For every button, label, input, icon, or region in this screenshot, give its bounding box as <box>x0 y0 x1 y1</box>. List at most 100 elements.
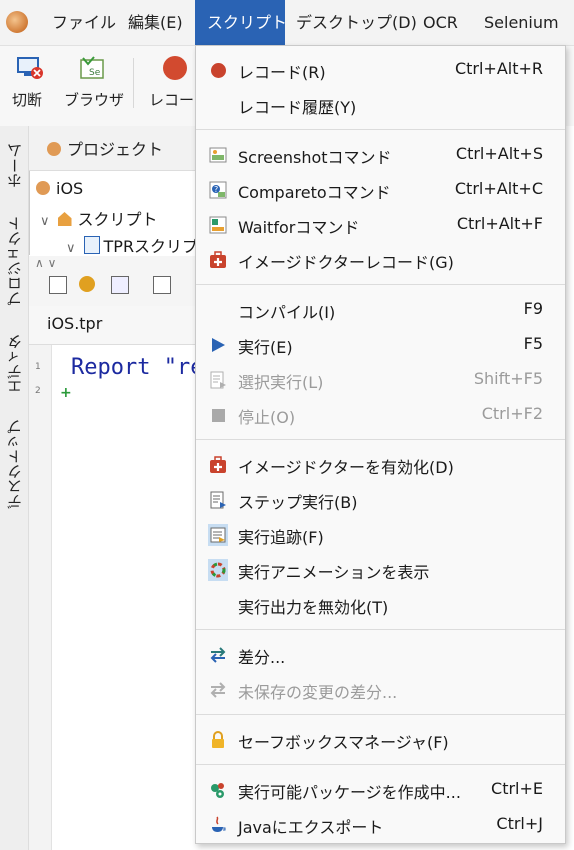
menu-item[interactable]: 実行出力を無効化(T) <box>196 587 565 622</box>
disconnect-button[interactable]: 切断 <box>8 46 52 126</box>
editor-file-tab[interactable]: iOS.tpr <box>29 306 199 345</box>
menu-item-label: 未保存の変更の差分... <box>238 683 398 702</box>
menu-script[interactable]: スクリプト <box>195 0 287 45</box>
package-icon <box>208 780 228 800</box>
play-icon <box>208 335 228 355</box>
disconnect-label: 切断 <box>12 91 43 109</box>
menu-item-label: イメージドクターを有効化(D) <box>238 458 454 477</box>
menu-item: 停止(O) Ctrl+F2 <box>196 397 565 432</box>
side-tab-desktop-label: デスクトップ <box>5 418 24 509</box>
menu-item-shortcut: F9 <box>523 299 543 318</box>
menu-item-label: レコード履歴(Y) <box>238 98 357 117</box>
editor-toolbar: ∧ ∨ <box>29 256 199 306</box>
line-number-gutter: 1 2 <box>29 345 52 850</box>
editor-file-tab-label: iOS.tpr <box>47 314 103 333</box>
menu-item[interactable]: レコード履歴(Y) <box>196 87 565 122</box>
lock-icon <box>208 730 228 750</box>
script-menu-dropdown: レコード(R) Ctrl+Alt+R レコード履歴(Y) Screenshotコマンド… <box>195 45 566 844</box>
side-tab-editor-label: エディタ <box>5 333 24 394</box>
menu-item-label: ステップ実行(B) <box>238 493 358 512</box>
menu-item-label: 実行アニメーションを表示 <box>238 563 430 582</box>
tree-item-scripts-label: スクリプト <box>77 210 158 229</box>
menu-item[interactable]: レコード(R) Ctrl+Alt+R <box>196 52 565 87</box>
side-tab-home[interactable]: ホーム <box>0 126 28 204</box>
open-file-icon[interactable] <box>111 276 129 294</box>
menu-item-shortcut: Ctrl+Alt+C <box>454 179 543 198</box>
menu-item[interactable]: セーフボックスマネージャ(F) <box>196 722 565 757</box>
tpr-file-icon <box>83 236 100 254</box>
menu-item[interactable]: コンパイル(I) F9 <box>196 292 565 327</box>
menu-item[interactable]: 実行アニメーションを表示 <box>196 552 565 587</box>
stop-icon <box>208 405 228 425</box>
menu-separator <box>196 714 565 715</box>
menu-bar: ファイル 編集(E) スクリプト デスクトップ(D) OCR Selenium <box>0 0 574 46</box>
menu-item-shortcut: Shift+F5 <box>473 369 543 388</box>
menu-ocr[interactable]: OCR <box>413 0 468 45</box>
side-tab-project-label: プロジェクト <box>5 216 24 306</box>
side-tab-project[interactable]: プロジェクト <box>0 206 28 316</box>
side-tab-bar: ホーム プロジェクト エディタ デスクトップ <box>0 126 29 850</box>
chevron-down-icon: ∨ <box>40 214 50 229</box>
menu-item[interactable]: ステップ実行(B) <box>196 482 565 517</box>
new-file-icon[interactable] <box>49 276 67 294</box>
menu-item-label: コンパイル(I) <box>238 303 336 322</box>
menu-item-shortcut: Ctrl+E <box>491 779 543 798</box>
menu-item[interactable]: イメージドクターレコード(G) <box>196 242 565 277</box>
menu-item-label: 選択実行(L) <box>238 373 324 392</box>
menu-item-label: 停止(O) <box>238 408 296 427</box>
tree-item-tpr-label: TPRスクリプ <box>103 237 199 256</box>
disconnect-icon <box>17 57 43 79</box>
code-editor[interactable]: 1 2 Report "re + <box>29 345 203 850</box>
menu-item-shortcut: Ctrl+F2 <box>481 404 543 423</box>
menu-item[interactable]: 実行可能パッケージを作成中... Ctrl+E <box>196 772 565 807</box>
menu-item[interactable]: 実行追跡(F) <box>196 517 565 552</box>
project-tree: iOS ∨ スクリプト ∨ TPRスクリプ <box>29 171 200 257</box>
menu-item: 選択実行(L) Shift+F5 <box>196 362 565 397</box>
menu-item[interactable]: Waitforコマンド Ctrl+Alt+F <box>196 207 565 242</box>
settings-icon[interactable] <box>79 276 95 292</box>
selenium-browser-icon: Se <box>80 56 104 79</box>
tree-item-scripts[interactable]: ∨ スクリプト <box>40 206 158 230</box>
toolbar-separator <box>133 58 134 108</box>
code-line[interactable]: Report "re <box>71 355 203 380</box>
collapse-icon[interactable]: ∧ ∨ <box>35 256 56 270</box>
project-panel-header: プロジェクト <box>29 126 199 171</box>
menu-item[interactable]: 差分... <box>196 637 565 672</box>
project-tab-label: プロジェクト <box>67 140 164 159</box>
record-icon[interactable] <box>163 56 187 80</box>
tree-item-ios[interactable]: iOS <box>36 179 83 198</box>
menu-item[interactable]: 実行(E) F5 <box>196 327 565 362</box>
menu-item[interactable]: イメージドクターを有効化(D) <box>196 447 565 482</box>
svg-text:Se: Se <box>89 68 101 78</box>
side-tab-editor[interactable]: エディタ <box>0 321 28 406</box>
menu-edit[interactable]: 編集(E) <box>118 0 193 45</box>
diff-unsaved-icon <box>208 680 228 700</box>
menu-item-label: 実行可能パッケージを作成中... <box>238 783 461 802</box>
menu-separator <box>196 129 565 130</box>
side-tab-home-label: ホーム <box>5 142 24 188</box>
line-number: 2 <box>35 386 41 396</box>
menu-item[interactable]: Javaにエクスポート Ctrl+J <box>196 807 565 842</box>
ios-icon <box>36 181 50 195</box>
browser-button[interactable]: Se ブラウザ <box>60 46 124 126</box>
trace-icon <box>208 524 228 546</box>
menu-selenium[interactable]: Selenium <box>474 0 569 45</box>
menu-desktop[interactable]: デスクトップ(D) <box>286 0 427 45</box>
diff-icon <box>208 645 228 665</box>
menu-item-shortcut: Ctrl+J <box>496 814 543 833</box>
menu-file[interactable]: ファイル <box>42 0 126 45</box>
menu-item[interactable]: ? Comparetoコマンド Ctrl+Alt+C <box>196 172 565 207</box>
svg-text:?: ? <box>214 185 218 194</box>
menu-item-label: レコード(R) <box>238 63 326 82</box>
project-tab[interactable]: プロジェクト <box>47 136 163 160</box>
menu-separator <box>196 764 565 765</box>
line-number: 1 <box>35 362 41 372</box>
menu-item-label: 実行(E) <box>238 338 293 357</box>
record-icon <box>208 60 228 80</box>
project-icon <box>47 142 61 156</box>
side-tab-desktop[interactable]: デスクトップ <box>0 411 28 516</box>
tree-item-tpr[interactable]: ∨ TPRスクリプ <box>66 233 198 257</box>
find-file-icon[interactable] <box>153 276 171 294</box>
menu-item-label: 実行追跡(F) <box>238 528 324 547</box>
menu-item[interactable]: Screenshotコマンド Ctrl+Alt+S <box>196 137 565 172</box>
